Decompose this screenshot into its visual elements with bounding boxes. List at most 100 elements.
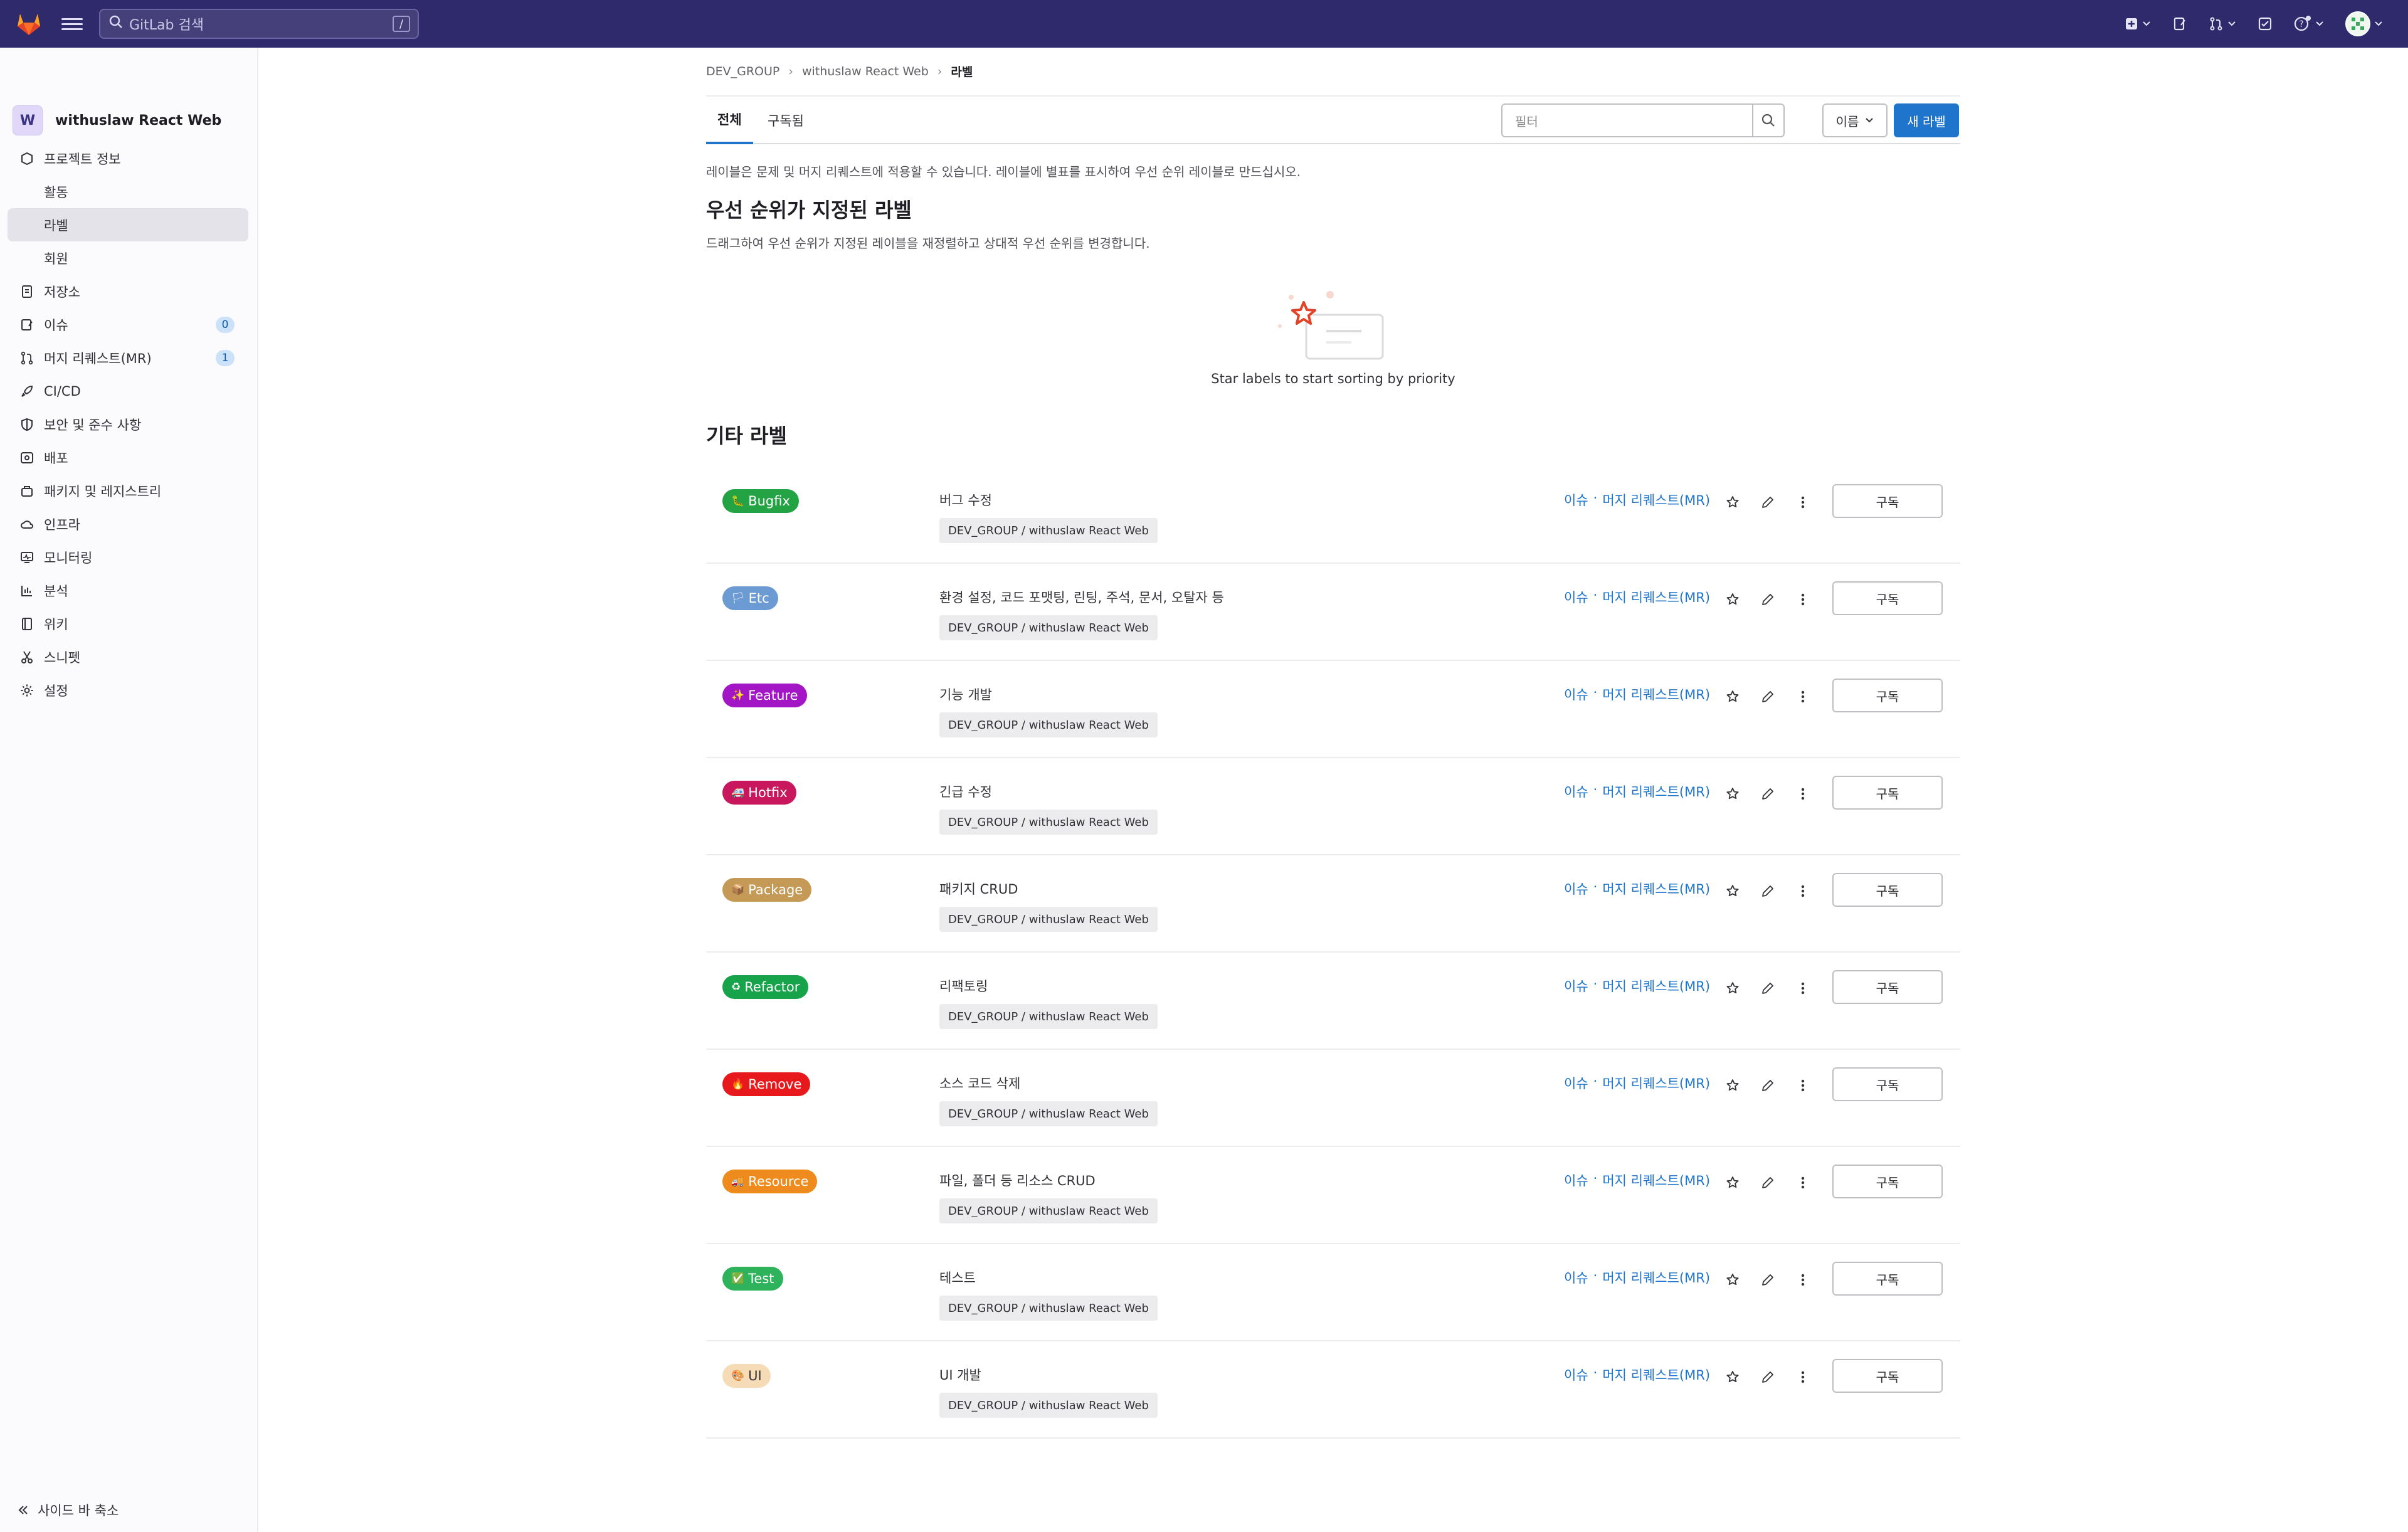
subscribe-button[interactable]: 구독 — [1832, 679, 1943, 712]
star-icon[interactable] — [1722, 1366, 1743, 1388]
user-menu-button[interactable] — [2345, 11, 2383, 36]
label-pill[interactable]: 🏳 Etc — [722, 586, 778, 610]
sidebar-item[interactable]: 배포 — [8, 441, 248, 474]
merge-requests-link[interactable]: 머지 리퀘스트(MR) — [1602, 685, 1710, 704]
issues-link[interactable]: 이슈 — [1564, 1268, 1588, 1287]
issues-link[interactable]: 이슈 — [1564, 1074, 1588, 1092]
subscribe-button[interactable]: 구독 — [1832, 776, 1943, 810]
search-input[interactable]: GitLab 검색 / — [99, 9, 419, 39]
collapse-sidebar-button[interactable]: 사이드 바 축소 — [18, 1501, 119, 1519]
filter-search-button[interactable] — [1752, 105, 1783, 136]
sidebar-item[interactable]: 보안 및 준수 사항 — [8, 408, 248, 441]
breadcrumb-project[interactable]: withuslaw React Web — [802, 65, 929, 78]
star-icon[interactable] — [1722, 1172, 1743, 1193]
merge-requests-link[interactable]: 머지 리퀘스트(MR) — [1602, 1268, 1710, 1287]
pencil-icon[interactable] — [1757, 492, 1778, 513]
issues-link[interactable]: 이슈 — [1564, 1365, 1588, 1384]
label-pill[interactable]: ✅ Test — [722, 1267, 783, 1291]
subscribe-button[interactable]: 구독 — [1832, 484, 1943, 518]
merge-requests-link[interactable]: 머지 리퀘스트(MR) — [1602, 588, 1710, 606]
pencil-icon[interactable] — [1757, 880, 1778, 902]
subscribe-button[interactable]: 구독 — [1832, 1262, 1943, 1296]
issues-link[interactable]: 이슈 — [1564, 976, 1588, 995]
sidebar-item[interactable]: 설정 — [8, 674, 248, 707]
pencil-icon[interactable] — [1757, 686, 1778, 707]
issues-link[interactable]: 이슈 — [1564, 1171, 1588, 1190]
label-pill[interactable]: 🐛 Bugfix — [722, 489, 799, 513]
sidebar-item[interactable]: 스니펫 — [8, 640, 248, 674]
star-icon[interactable] — [1722, 1075, 1743, 1096]
label-pill[interactable]: 🎨 UI — [722, 1364, 771, 1388]
star-icon[interactable] — [1722, 589, 1743, 610]
more-actions-icon[interactable] — [1792, 783, 1814, 805]
sidebar-item[interactable]: 회원 — [8, 241, 248, 275]
issues-link[interactable]: 이슈 — [1564, 588, 1588, 606]
help-button[interactable]: ? — [2294, 16, 2324, 32]
more-actions-icon[interactable] — [1792, 880, 1814, 902]
gitlab-logo-icon[interactable] — [15, 10, 43, 38]
merge-requests-button[interactable] — [2209, 16, 2236, 31]
todo-button[interactable] — [2258, 16, 2273, 31]
issues-link[interactable]: 이슈 — [1564, 879, 1588, 898]
subscribe-button[interactable]: 구독 — [1832, 1359, 1943, 1393]
star-icon[interactable] — [1722, 492, 1743, 513]
create-new-button[interactable] — [2125, 17, 2151, 31]
subscribe-button[interactable]: 구독 — [1832, 970, 1943, 1004]
pencil-icon[interactable] — [1757, 1075, 1778, 1096]
breadcrumb-current[interactable]: 라벨 — [951, 63, 973, 80]
merge-requests-link[interactable]: 머지 리퀘스트(MR) — [1602, 782, 1710, 801]
sidebar-item[interactable]: 위키 — [8, 607, 248, 640]
sidebar-item[interactable]: 모니터링 — [8, 541, 248, 574]
merge-requests-link[interactable]: 머지 리퀘스트(MR) — [1602, 1074, 1710, 1092]
merge-requests-link[interactable]: 머지 리퀘스트(MR) — [1602, 879, 1710, 898]
more-actions-icon[interactable] — [1792, 1075, 1814, 1096]
sidebar-item[interactable]: 라벨 — [8, 208, 248, 241]
more-actions-icon[interactable] — [1792, 978, 1814, 999]
label-pill[interactable]: 🚑 Hotfix — [722, 781, 796, 805]
sidebar-item[interactable]: 인프라 — [8, 507, 248, 541]
more-actions-icon[interactable] — [1792, 686, 1814, 707]
sidebar-item[interactable]: 저장소 — [8, 275, 248, 308]
tab-subscribed[interactable]: 구독됨 — [756, 97, 815, 144]
filter-input[interactable]: 필터 — [1501, 103, 1785, 137]
label-pill[interactable]: 🚚 Resource — [722, 1170, 818, 1193]
pencil-icon[interactable] — [1757, 1269, 1778, 1291]
star-icon[interactable] — [1722, 783, 1743, 805]
more-actions-icon[interactable] — [1792, 1269, 1814, 1291]
star-icon[interactable] — [1722, 880, 1743, 902]
pencil-icon[interactable] — [1757, 1172, 1778, 1193]
star-icon[interactable] — [1722, 1269, 1743, 1291]
issues-link[interactable]: 이슈 — [1564, 490, 1588, 509]
subscribe-button[interactable]: 구독 — [1832, 1165, 1943, 1198]
pencil-icon[interactable] — [1757, 978, 1778, 999]
merge-requests-link[interactable]: 머지 리퀘스트(MR) — [1602, 976, 1710, 995]
pencil-icon[interactable] — [1757, 589, 1778, 610]
sidebar-item[interactable]: 이슈 0 — [8, 308, 248, 341]
breadcrumb-group[interactable]: DEV_GROUP — [706, 65, 779, 78]
sidebar-item[interactable]: 패키지 및 레지스트리 — [8, 474, 248, 507]
label-pill[interactable]: ✨ Feature — [722, 684, 807, 707]
sidebar-project-header[interactable]: W withuslaw React Web — [13, 103, 221, 138]
subscribe-button[interactable]: 구독 — [1832, 581, 1943, 615]
more-actions-icon[interactable] — [1792, 589, 1814, 610]
more-actions-icon[interactable] — [1792, 1172, 1814, 1193]
issues-link[interactable]: 이슈 — [1564, 685, 1588, 704]
merge-requests-link[interactable]: 머지 리퀘스트(MR) — [1602, 490, 1710, 509]
subscribe-button[interactable]: 구독 — [1832, 1067, 1943, 1101]
subscribe-button[interactable]: 구독 — [1832, 873, 1943, 907]
more-actions-icon[interactable] — [1792, 492, 1814, 513]
label-pill[interactable]: 🔥 Remove — [722, 1072, 811, 1096]
merge-requests-link[interactable]: 머지 리퀘스트(MR) — [1602, 1171, 1710, 1190]
sidebar-item[interactable]: 활동 — [8, 175, 248, 208]
label-pill[interactable]: 📦 Package — [722, 878, 812, 902]
label-pill[interactable]: ♻ Refactor — [722, 975, 809, 999]
pencil-icon[interactable] — [1757, 783, 1778, 805]
hamburger-menu-icon[interactable] — [61, 15, 83, 33]
new-label-button[interactable]: 새 라벨 — [1894, 103, 1959, 137]
sidebar-item[interactable]: 프로젝트 정보 — [8, 142, 248, 175]
sort-dropdown[interactable]: 이름 — [1822, 103, 1888, 137]
star-icon[interactable] — [1722, 686, 1743, 707]
sidebar-item[interactable]: CI/CD — [8, 374, 248, 408]
pencil-icon[interactable] — [1757, 1366, 1778, 1388]
issues-link[interactable]: 이슈 — [1564, 782, 1588, 801]
